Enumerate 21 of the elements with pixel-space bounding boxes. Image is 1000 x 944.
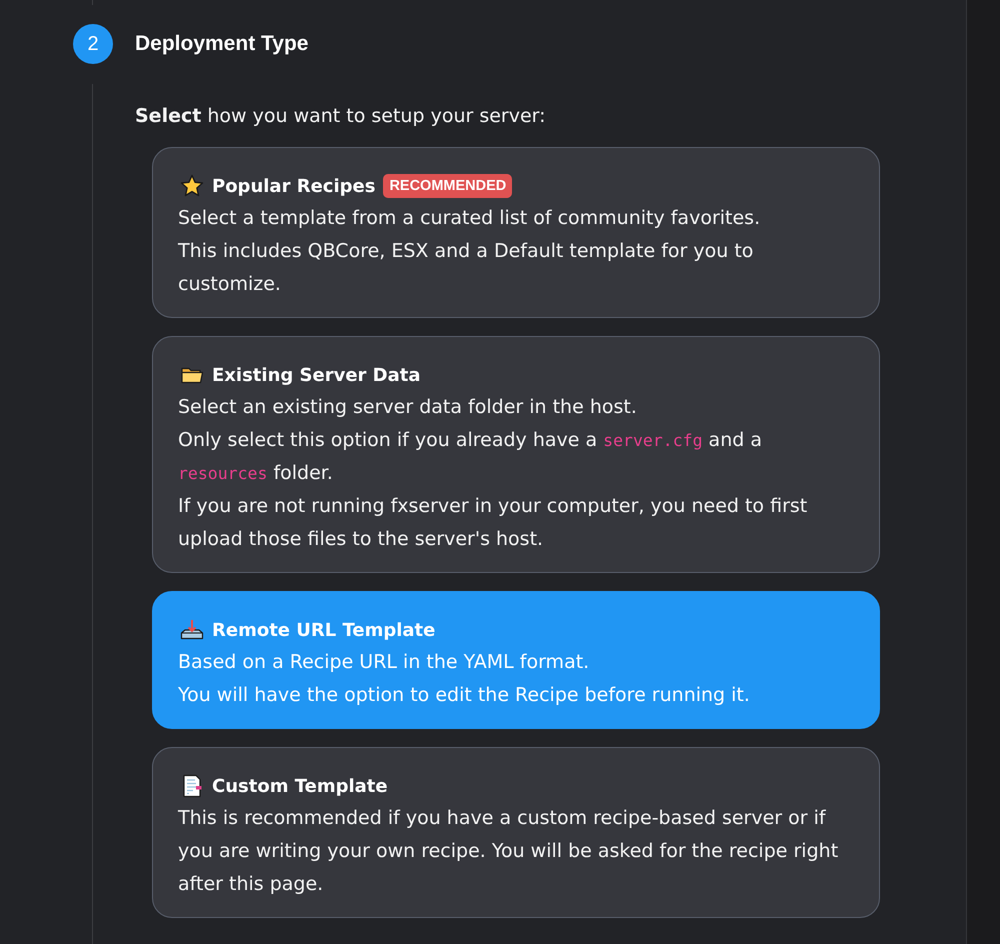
option-description: This includes QBCore, ESX and a Default template for you to customize. <box>178 239 754 297</box>
option-title: Popular Recipes <box>212 176 376 196</box>
option-card[interactable]: Custom Template This is recommended if you have a custom recipe-based server or if you are writing your own recipe. You will be asked for the recipe right after this page. <box>152 747 880 918</box>
option-title: Existing Server Data <box>212 364 421 386</box>
option-card[interactable]: Popular Recipes RECOMMENDED Select a template from a curated list of community favorites. This includes QBCore, ESX and a Default template for you to customize. <box>152 147 880 318</box>
option-description: Based on a Recipe URL in the YAML format. <box>178 650 590 675</box>
option-description: If you are not running fxserver in your computer, you need to first upload those files to the server's host. <box>178 494 808 552</box>
option-title: Custom Template <box>212 776 388 796</box>
instruction-text: Select how you want to setup your server: <box>135 104 547 129</box>
option-description: Select an existing server data folder in the host. <box>178 395 638 420</box>
step-title: Deployment Type <box>135 32 308 56</box>
inbox-tray-icon <box>180 618 204 642</box>
recommended-badge: RECOMMENDED <box>383 174 512 198</box>
option-description: Select a template from a curated list of community favorites. <box>178 206 762 231</box>
star-icon <box>180 174 204 198</box>
option-card[interactable] <box>152 336 880 573</box>
option-title: Remote URL Template <box>212 620 436 640</box>
option-description: Only select this option if you already have a server.cfg and a resources folder. <box>178 428 763 486</box>
step-number: 2 <box>73 24 113 64</box>
option-description: This is recommended if you have a custom recipe-based server or if you are writing your own recipe. You will be asked for the recipe right after this page. <box>178 806 840 897</box>
option-description: You will have the option to edit the Recipe before running it. <box>178 683 751 708</box>
